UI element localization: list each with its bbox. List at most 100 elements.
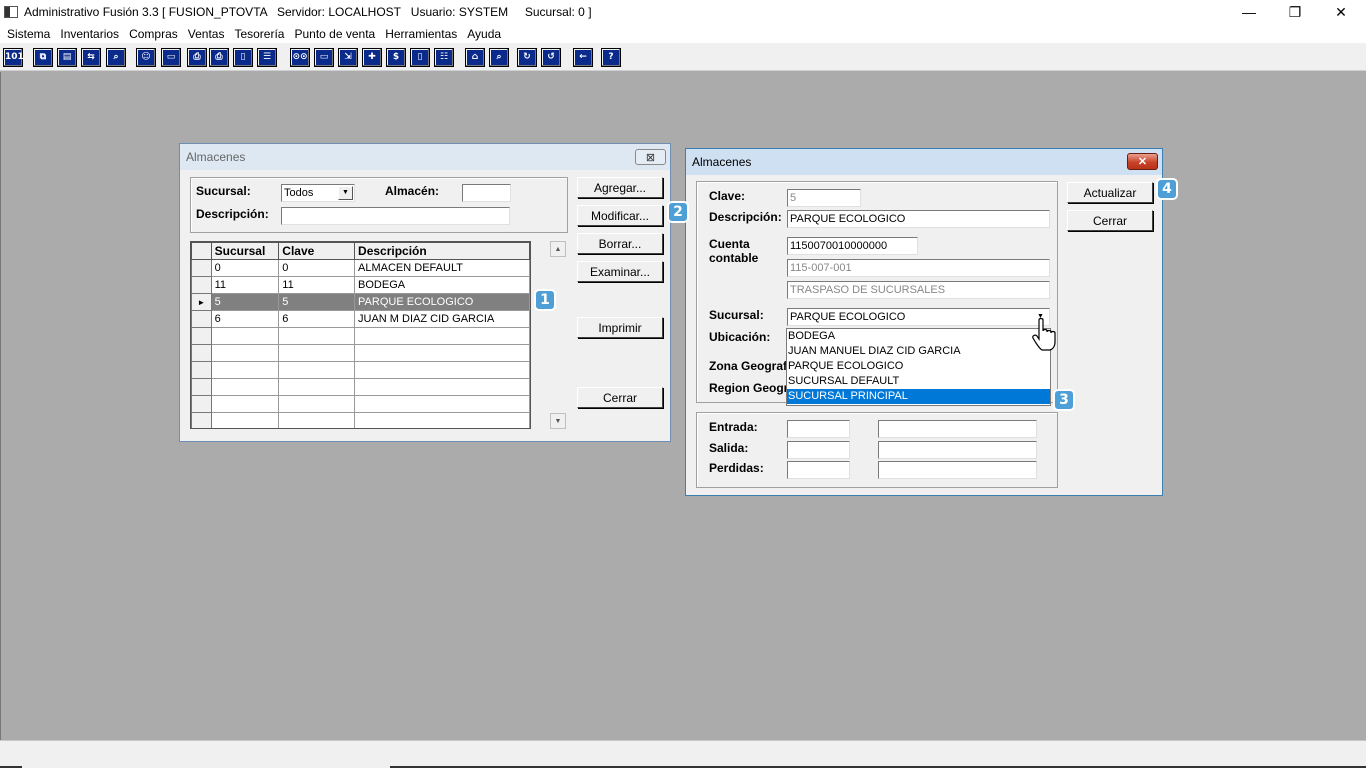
actualizar-button[interactable]: Actualizar: [1067, 182, 1153, 203]
dropdown-option-highlighted[interactable]: SUCURSAL PRINCIPAL: [787, 389, 1050, 404]
perdidas-cuenta-field[interactable]: [787, 461, 850, 479]
app-title-bar: Administrativo Fusión 3.3 [ FUSION_PTOVT…: [0, 0, 1366, 24]
user-icon[interactable]: ☺: [136, 48, 156, 67]
callout-badge-2: 2: [667, 201, 689, 223]
table-row-selected[interactable]: ► 5 5 PARQUE ECOLOGICO: [191, 293, 530, 311]
document-icon[interactable]: ▯: [233, 48, 253, 67]
cuenta-contable-field[interactable]: 1150070010000000: [787, 237, 918, 255]
refresh-icon-glyph: ↻: [519, 50, 535, 65]
search-icon[interactable]: ⌕: [106, 48, 126, 67]
refresh-icon[interactable]: ↻: [517, 48, 537, 67]
home-icon[interactable]: ⌂: [465, 48, 485, 67]
filter-almacen-label: Almacén:: [385, 184, 440, 198]
grid-vertical-scrollbar[interactable]: ▲ ▼: [550, 241, 567, 429]
copy-icon-glyph: ⧉: [35, 50, 51, 65]
scroll-up-icon[interactable]: ▲: [550, 241, 566, 257]
row-header[interactable]: [191, 259, 212, 277]
almacenes-edit-dialog: Almacenes ✕ Clave: 5 Descripción: PARQUE…: [685, 148, 1163, 496]
cell-descripcion: JUAN M DIAZ CID GARCIA: [354, 310, 530, 328]
box-icon[interactable]: ▭: [314, 48, 334, 67]
list-dialog-close-icon[interactable]: ⊠: [635, 149, 666, 165]
cell-clave: 6: [278, 310, 356, 328]
entrada-nombre-field[interactable]: [878, 420, 1037, 438]
zoom-icon[interactable]: ⌕: [489, 48, 509, 67]
menu-tesoreria[interactable]: Tesorería: [229, 27, 289, 41]
help-icon[interactable]: ?: [601, 48, 621, 67]
add-icon[interactable]: ✚: [362, 48, 382, 67]
menu-inventarios[interactable]: Inventarios: [55, 27, 124, 41]
table-row-empty: [191, 395, 530, 413]
exchange-icon[interactable]: ⇆: [81, 48, 101, 67]
salida-nombre-field[interactable]: [878, 441, 1037, 459]
filter-almacen-input[interactable]: [462, 184, 511, 202]
clipboard-icon[interactable]: ▤: [57, 48, 77, 67]
column-header-sucursal[interactable]: Sucursal: [210, 242, 280, 260]
back-icon[interactable]: ←: [573, 48, 593, 67]
exchange-icon-glyph: ⇆: [83, 50, 99, 65]
menu-herramientas[interactable]: Herramientas: [380, 27, 462, 41]
dropdown-option[interactable]: BODEGA: [787, 329, 1050, 344]
export-icon[interactable]: ⇲: [338, 48, 358, 67]
dropdown-option[interactable]: SUCURSAL DEFAULT: [787, 374, 1050, 389]
sucursal-select[interactable]: PARQUE ECOLOGICO ▼: [787, 308, 1050, 326]
column-header-descripcion[interactable]: Descripción: [354, 242, 530, 260]
printer-icon[interactable]: ⎙: [209, 48, 229, 67]
folder-icon[interactable]: ▭: [161, 48, 181, 67]
row-header[interactable]: [191, 310, 212, 328]
table-row-empty: [191, 361, 530, 379]
menu-sistema[interactable]: Sistema: [2, 27, 55, 41]
close-button[interactable]: ✕: [1318, 0, 1364, 24]
entrada-cuenta-field[interactable]: [787, 420, 850, 438]
menu-ayuda[interactable]: Ayuda: [462, 27, 506, 41]
modificar-button[interactable]: Modificar...: [577, 205, 663, 226]
filter-sucursal-select[interactable]: Todos ▼: [281, 184, 355, 202]
menu-ventas[interactable]: Ventas: [183, 27, 230, 41]
dollar-icon[interactable]: $: [386, 48, 406, 67]
examinar-button[interactable]: Examinar...: [577, 261, 663, 282]
cell-clave: 11: [278, 276, 356, 294]
calculator-icon[interactable]: 101: [3, 48, 24, 67]
table-icon[interactable]: ☷: [434, 48, 454, 67]
salida-cuenta-field[interactable]: [787, 441, 850, 459]
maximize-button[interactable]: ❐: [1272, 0, 1318, 24]
minimize-button[interactable]: —: [1226, 0, 1272, 24]
undo-icon[interactable]: ↺: [541, 48, 561, 67]
borrar-button[interactable]: Borrar...: [577, 233, 663, 254]
cerrar-list-button[interactable]: Cerrar: [577, 387, 663, 408]
column-header-clave[interactable]: Clave: [278, 242, 356, 260]
cerrar-edit-button[interactable]: Cerrar: [1067, 210, 1153, 231]
undo-icon-glyph: ↺: [543, 50, 559, 65]
dropdown-option[interactable]: PARQUE ECOLOGICO: [787, 359, 1050, 374]
agregar-button[interactable]: Agregar...: [577, 177, 663, 198]
menu-punto-de-venta[interactable]: Punto de venta: [289, 27, 380, 41]
table-row[interactable]: 11 11 BODEGA: [191, 276, 530, 294]
row-header[interactable]: [191, 276, 212, 294]
binoculars-icon[interactable]: ⊙⊙: [290, 48, 310, 67]
contable-label: contable: [709, 251, 759, 265]
filter-descripcion-label: Descripción:: [196, 207, 269, 221]
perdidas-label: Perdidas:: [709, 461, 764, 475]
imprimir-button[interactable]: Imprimir: [577, 317, 663, 338]
perdidas-nombre-field[interactable]: [878, 461, 1037, 479]
clave-field[interactable]: 5: [787, 189, 861, 207]
print-icon[interactable]: ⎙: [187, 48, 207, 67]
table-row[interactable]: 6 6 JUAN M DIAZ CID GARCIA: [191, 310, 530, 328]
report-icon[interactable]: ▯: [410, 48, 430, 67]
edit-dialog-close-icon[interactable]: ✕: [1127, 153, 1158, 170]
filter-descripcion-input[interactable]: [281, 207, 510, 225]
descripcion-field[interactable]: PARQUE ECOLOGICO: [787, 210, 1050, 228]
table-row[interactable]: 0 0 ALMACEN DEFAULT: [191, 259, 530, 277]
menu-compras[interactable]: Compras: [124, 27, 183, 41]
toolbar: 101 ⧉ ▤ ⇆ ⌕ ☺ ▭ ⎙ ⎙ ▯ ☰ ⊙⊙ ▭ ⇲ ✚ $ ▯ ☷ ⌂ ⌕ ↻ ↺ ←?: [0, 43, 1366, 71]
zona-geografica-label: Zona Geograf: [709, 359, 788, 373]
dropdown-option[interactable]: JUAN MANUEL DIAZ CID GARCIA: [787, 344, 1050, 359]
row-selector-icon[interactable]: ►: [191, 293, 212, 311]
copy-icon[interactable]: ⧉: [33, 48, 53, 67]
scroll-down-icon[interactable]: ▼: [550, 413, 566, 429]
app-icon: [4, 6, 18, 18]
list-icon[interactable]: ☰: [257, 48, 277, 67]
almacenes-grid[interactable]: Sucursal Clave Descripción 0 0 ALMACEN D…: [190, 241, 531, 429]
sucursal-dropdown-list[interactable]: BODEGA JUAN MANUEL DIAZ CID GARCIA PARQU…: [786, 328, 1051, 406]
almacenes-list-dialog: Almacenes ⊠ Sucursal: Todos ▼ Almacén: D…: [179, 143, 671, 442]
chevron-down-icon[interactable]: ▼: [338, 186, 353, 200]
